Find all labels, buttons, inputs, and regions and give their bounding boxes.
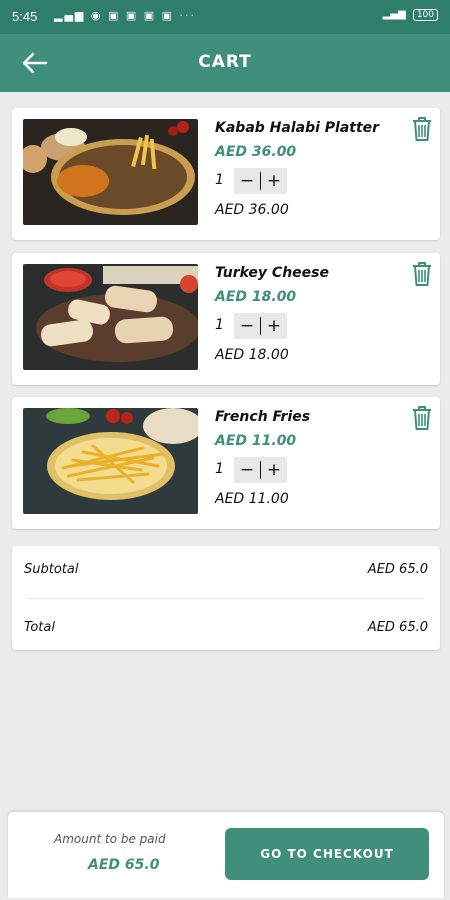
amount-value: AED 65.0 — [88, 857, 160, 873]
battery-icon: 100 — [412, 9, 438, 21]
status-right: ▂▄▆ 100 — [383, 9, 438, 21]
subtotal-row: Subtotal AED 65.0 — [24, 562, 428, 577]
item-name: French Fries — [215, 409, 311, 425]
cart-item-card: Turkey Cheese AED 18.00 1 − + AED 18.00 — [12, 253, 440, 385]
order-summary: Subtotal AED 65.0 Total AED 65.0 — [12, 546, 440, 650]
increase-button[interactable]: + — [261, 168, 287, 194]
item-quantity: 1 — [215, 461, 224, 477]
trash-icon[interactable] — [411, 116, 433, 142]
subtotal-label: Subtotal — [24, 562, 79, 577]
amount-label: Amount to be paid — [54, 832, 166, 846]
turkey-cheese-wraps-image — [23, 264, 198, 370]
checkout-footer: Amount to be paid AED 65.0 GO TO CHECKOU… — [8, 812, 444, 898]
status-icons: ▂▄▆ ◉ ▣ ▣ ▣ ▣ ··· — [54, 9, 197, 22]
decrease-button[interactable]: − — [234, 457, 260, 483]
trash-icon[interactable] — [411, 405, 433, 431]
page-title: CART — [198, 52, 252, 72]
status-time: 5:45 — [12, 9, 38, 24]
increase-button[interactable]: + — [261, 457, 287, 483]
decrease-button[interactable]: − — [234, 168, 260, 194]
cart-item-card: French Fries AED 11.00 1 − + AED 11.00 — [12, 397, 440, 529]
quantity-stepper: − + — [234, 457, 287, 483]
total-value: AED 65.0 — [367, 620, 428, 635]
item-quantity: 1 — [215, 317, 224, 333]
item-total: AED 18.00 — [215, 347, 289, 363]
checkout-button[interactable]: GO TO CHECKOUT — [225, 828, 429, 880]
item-price: AED 11.00 — [215, 433, 297, 449]
increase-button[interactable]: + — [261, 313, 287, 339]
item-quantity: 1 — [215, 172, 224, 188]
total-row: Total AED 65.0 — [24, 620, 428, 635]
cart-item-card: Kabab Halabi Platter AED 36.00 1 − + AED… — [12, 108, 440, 240]
quantity-stepper: − + — [234, 168, 287, 194]
french-fries-image — [23, 408, 198, 514]
decrease-button[interactable]: − — [234, 313, 260, 339]
total-label: Total — [24, 620, 55, 635]
status-bar: 5:45 ▂▄▆ ◉ ▣ ▣ ▣ ▣ ··· ▂▄▆ 100 — [0, 0, 450, 34]
item-total: AED 11.00 — [215, 491, 289, 507]
kabab-platter-image — [23, 119, 198, 225]
item-total: AED 36.00 — [215, 202, 289, 218]
trash-icon[interactable] — [411, 261, 433, 287]
item-name: Kabab Halabi Platter — [215, 120, 380, 136]
app-bar: CART — [0, 34, 450, 92]
item-price: AED 18.00 — [215, 289, 297, 305]
summary-divider — [28, 598, 424, 599]
item-price: AED 36.00 — [215, 144, 297, 160]
quantity-stepper: − + — [234, 313, 287, 339]
subtotal-value: AED 65.0 — [367, 562, 428, 577]
item-name: Turkey Cheese — [215, 265, 329, 281]
